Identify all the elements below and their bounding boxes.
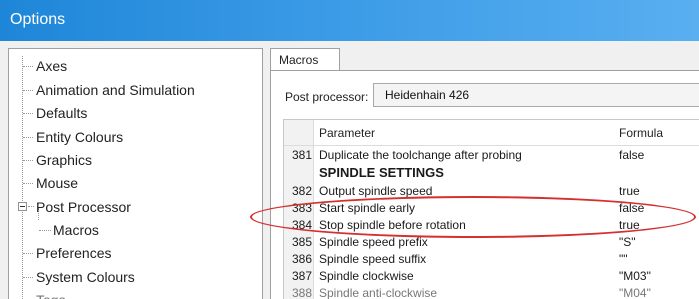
row-formula[interactable]: true [619, 184, 640, 198]
highlight-ellipse [250, 196, 696, 238]
tree-line [23, 113, 33, 114]
tree-item-tags[interactable]: Tags [36, 290, 66, 299]
table-section-row: SPINDLE SETTINGS [284, 165, 699, 181]
tree-item-entity-colours[interactable]: Entity Colours [36, 127, 123, 147]
window-title: Options [10, 11, 66, 28]
section-heading: SPINDLE SETTINGS [319, 165, 444, 180]
tab-macros[interactable]: Macros [270, 48, 340, 71]
tree-line [23, 90, 33, 91]
tree-item-axes[interactable]: Axes [36, 56, 67, 76]
post-processor-select[interactable]: Heidenhain 426 [373, 83, 699, 107]
row-number: 385 [291, 235, 312, 249]
table-row[interactable]: 388 Spindle anti-clockwise "M04" [284, 286, 699, 299]
options-window: Options Axes Animation and Simulation De… [0, 0, 699, 299]
tree-item-system-colours[interactable]: System Colours [36, 267, 135, 287]
tree-line [28, 206, 34, 207]
row-number: 381 [291, 148, 312, 162]
tree-item-macros[interactable]: Macros [53, 220, 99, 240]
tree-line [23, 160, 33, 161]
column-header-parameter[interactable]: Parameter [319, 126, 375, 140]
row-formula[interactable]: "M04" [619, 286, 651, 299]
macros-panel: Post processor: Heidenhain 426 Parameter… [270, 70, 699, 299]
row-number: 382 [291, 184, 312, 198]
tree-item-preferences[interactable]: Preferences [36, 243, 111, 263]
row-number: 386 [291, 252, 312, 266]
tree-item-defaults[interactable]: Defaults [36, 103, 87, 123]
tree-item-animation-and-simulation[interactable]: Animation and Simulation [36, 80, 195, 100]
column-header-formula[interactable]: Formula [619, 126, 663, 140]
row-parameter: Spindle anti-clockwise [319, 286, 438, 299]
post-processor-label: Post processor: [285, 90, 369, 104]
tree-line [23, 66, 33, 67]
row-formula[interactable]: false [619, 148, 644, 162]
tree-item-graphics[interactable]: Graphics [36, 150, 92, 170]
tree-item-post-processor[interactable]: Post Processor [36, 197, 131, 217]
tree-line [23, 253, 33, 254]
row-formula[interactable]: "M03" [619, 269, 651, 283]
tree-line [39, 230, 51, 231]
row-formula[interactable]: "" [619, 252, 628, 266]
tree-line [23, 277, 33, 278]
table-row[interactable]: 387 Spindle clockwise "M03" [284, 269, 699, 285]
row-parameter: Spindle speed suffix [319, 252, 427, 266]
tree-item-mouse[interactable]: Mouse [36, 173, 78, 193]
grid-header: Parameter Formula [284, 120, 699, 146]
window-body: Axes Animation and Simulation Defaults E… [0, 41, 699, 299]
title-bar[interactable]: Options [0, 0, 699, 41]
row-number: 388 [291, 286, 312, 299]
table-row-highlighted[interactable]: 386 Spindle speed suffix "" [284, 252, 699, 268]
row-number: 387 [291, 269, 312, 283]
tree-line [23, 183, 33, 184]
collapse-icon[interactable] [18, 202, 27, 211]
tree-line-vertical [22, 56, 23, 299]
row-parameter: Duplicate the toolchange after probing [319, 148, 522, 162]
row-formula[interactable]: "S" [619, 235, 636, 249]
tree-line [23, 137, 33, 138]
options-tree: Axes Animation and Simulation Defaults E… [8, 48, 263, 299]
table-row[interactable]: 381 Duplicate the toolchange after probi… [284, 148, 699, 164]
row-parameter: Spindle clockwise [319, 269, 414, 283]
